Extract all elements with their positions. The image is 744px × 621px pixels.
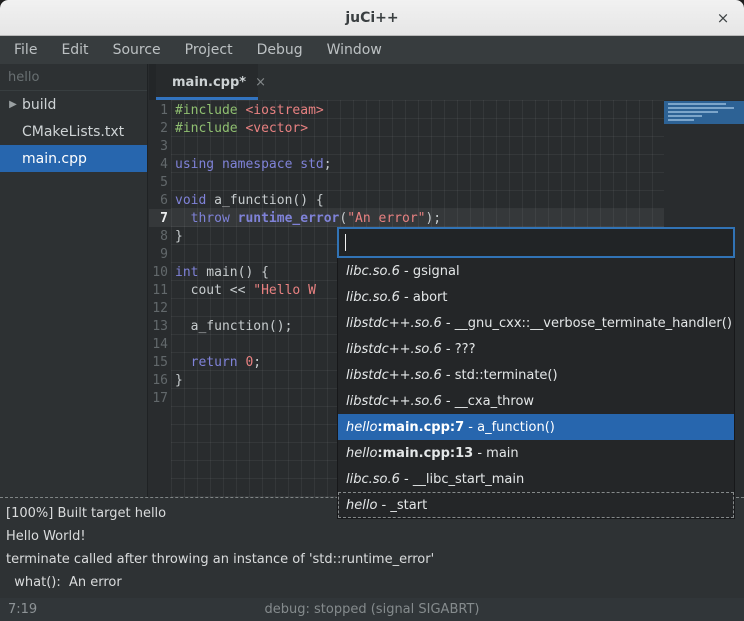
line-number: 9 bbox=[149, 246, 168, 264]
sidebar-item-cmakelists-txt[interactable]: CMakeLists.txt bbox=[0, 118, 147, 145]
line-number: 17 bbox=[149, 390, 168, 408]
line-number: 3 bbox=[149, 138, 168, 156]
line-number: 5 bbox=[149, 174, 168, 192]
menu-item-window[interactable]: Window bbox=[315, 38, 394, 62]
menu-item-project[interactable]: Project bbox=[173, 38, 245, 62]
line-number: 2 bbox=[149, 120, 168, 138]
menu-item-debug[interactable]: Debug bbox=[245, 38, 315, 62]
line-number-gutter: 1234567891011121314151617 bbox=[149, 102, 171, 408]
sidebar-file-tree: hello ▶build CMakeLists.txt main.cpp bbox=[0, 64, 148, 497]
line-number: 15 bbox=[149, 354, 168, 372]
debug-tooltip-overlay bbox=[664, 101, 744, 124]
tab-bar: main.cpp* × bbox=[149, 64, 744, 100]
output-line: what(): An error bbox=[6, 571, 744, 594]
backtrace-item[interactable]: hello - _start bbox=[338, 492, 734, 518]
backtrace-item[interactable]: libc.so.6 - gsignal bbox=[338, 258, 734, 284]
line-number: 6 bbox=[149, 192, 168, 210]
statusbar: debug: stopped (signal SIGABRT) 7:19 bbox=[0, 598, 744, 621]
code-line: #include <vector> bbox=[175, 120, 441, 138]
output-line: Hello World! bbox=[6, 525, 744, 548]
output-line: terminate called after throwing an insta… bbox=[6, 548, 744, 571]
project-name-header: hello bbox=[0, 64, 147, 91]
backtrace-item[interactable]: libstdc++.so.6 - std::terminate() bbox=[338, 362, 734, 388]
app-window: juCi++ × FileEditSourceProjectDebugWindo… bbox=[0, 0, 744, 621]
tab-main-cpp[interactable]: main.cpp* × bbox=[156, 64, 258, 100]
code-line: #include <iostream> bbox=[175, 102, 441, 120]
tab-label: main.cpp* bbox=[172, 75, 246, 90]
line-number: 14 bbox=[149, 336, 168, 354]
menu-item-edit[interactable]: Edit bbox=[49, 38, 100, 62]
text-cursor bbox=[345, 234, 346, 251]
sidebar-item-main-cpp[interactable]: main.cpp bbox=[0, 145, 147, 172]
tabbar-notch bbox=[149, 64, 156, 100]
backtrace-item[interactable]: hello:main.cpp:7 - a_function() bbox=[338, 414, 734, 440]
code-line bbox=[175, 138, 441, 156]
window-title: juCi++ bbox=[345, 10, 398, 26]
backtrace-item[interactable]: libstdc++.so.6 - ??? bbox=[338, 336, 734, 362]
line-number: 11 bbox=[149, 282, 168, 300]
code-line bbox=[175, 174, 441, 192]
backtrace-item[interactable]: libc.so.6 - abort bbox=[338, 284, 734, 310]
menu-item-source[interactable]: Source bbox=[101, 38, 173, 62]
line-number: 13 bbox=[149, 318, 168, 336]
line-number: 4 bbox=[149, 156, 168, 174]
tree-item-label: main.cpp bbox=[20, 151, 87, 167]
menubar: FileEditSourceProjectDebugWindow bbox=[0, 36, 744, 64]
code-line: throw runtime_error("An error"); bbox=[175, 210, 441, 228]
backtrace-item[interactable]: libc.so.6 - __libc_start_main bbox=[338, 466, 734, 492]
window-close-icon[interactable]: × bbox=[712, 7, 734, 29]
backtrace-filter-input[interactable] bbox=[337, 227, 735, 258]
tab-close-icon[interactable]: × bbox=[255, 75, 266, 90]
line-number: 7 bbox=[149, 210, 168, 228]
tree-item-label: CMakeLists.txt bbox=[20, 124, 124, 140]
titlebar: juCi++ × bbox=[0, 0, 744, 36]
code-line: using namespace std; bbox=[175, 156, 441, 174]
line-number: 10 bbox=[149, 264, 168, 282]
line-number: 8 bbox=[149, 228, 168, 246]
expander-arrow-icon[interactable]: ▶ bbox=[6, 99, 20, 110]
menu-item-file[interactable]: File bbox=[2, 38, 49, 62]
backtrace-list: libc.so.6 - gsignallibc.so.6 - abortlibs… bbox=[337, 258, 735, 519]
backtrace-item[interactable]: libstdc++.so.6 - __gnu_cxx::__verbose_te… bbox=[338, 310, 734, 336]
line-number: 1 bbox=[149, 102, 168, 120]
code-line: void a_function() { bbox=[175, 192, 441, 210]
tree-item-label: build bbox=[20, 97, 56, 113]
sidebar-item-build[interactable]: ▶build bbox=[0, 91, 147, 118]
line-number: 12 bbox=[149, 300, 168, 318]
backtrace-item[interactable]: hello:main.cpp:13 - main bbox=[338, 440, 734, 466]
line-number: 16 bbox=[149, 372, 168, 390]
backtrace-item[interactable]: libstdc++.so.6 - __cxa_throw bbox=[338, 388, 734, 414]
backtrace-popup: libc.so.6 - gsignallibc.so.6 - abortlibs… bbox=[337, 227, 735, 519]
debug-status-text: debug: stopped (signal SIGABRT) bbox=[0, 602, 744, 617]
